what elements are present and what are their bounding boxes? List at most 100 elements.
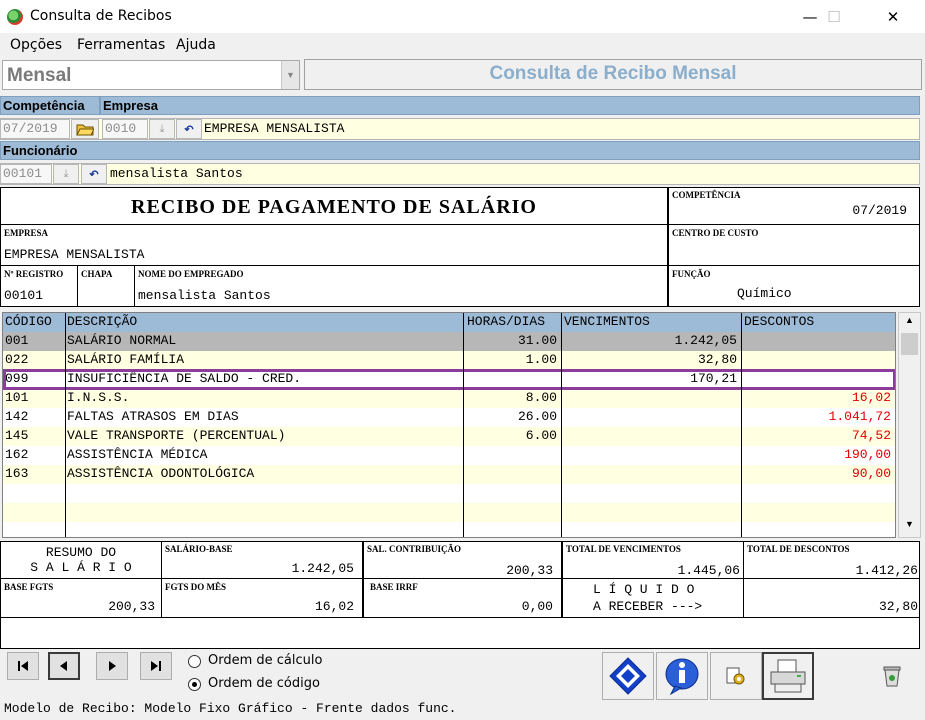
nome-box: NOME DO EMPREGADO mensalista Santos: [134, 265, 668, 307]
info-button[interactable]: [656, 652, 708, 700]
sal-contrib-box: SAL. CONTRIBUIÇÃO 200,33: [363, 541, 562, 579]
export-button[interactable]: [602, 652, 654, 700]
col-horas-header[interactable]: HORAS/DIAS: [467, 313, 545, 332]
cell-codigo: 162: [5, 447, 29, 462]
total-desc-caption: TOTAL DE DESCONTOS: [747, 544, 850, 554]
previous-icon: [60, 661, 67, 671]
table-row[interactable]: 101 I.N.S.S. 8.00 16,02: [3, 389, 895, 408]
last-icon: [151, 661, 161, 671]
status-text: Modelo de Recibo: Modelo Fixo Gráfico - …: [4, 701, 457, 716]
table-row[interactable]: 001 SALÁRIO NORMAL 31.00 1.242,05: [3, 332, 895, 351]
menu-ajuda[interactable]: Ajuda: [176, 37, 216, 53]
page-title: Consulta de Recibo Mensal: [304, 59, 922, 90]
fgts-mes-box: FGTS DO MÊS 16,02: [161, 578, 363, 618]
grid-divider: [561, 313, 562, 537]
folder-icon[interactable]: [71, 119, 99, 139]
ordem-codigo-label[interactable]: Ordem de código: [208, 676, 320, 691]
total-desc-value: 1.412,26: [855, 563, 918, 578]
first-icon: [18, 661, 28, 671]
competencia-caption: COMPETÊNCIA: [672, 190, 741, 200]
download-icon[interactable]: ⤓: [53, 164, 79, 184]
chapa-caption: CHAPA: [81, 269, 113, 279]
cell-horas: 8.00: [525, 390, 557, 405]
table-row[interactable]: [3, 484, 895, 503]
fgts-mes-caption: FGTS DO MÊS: [165, 582, 227, 592]
cell-horas: 26.00: [517, 409, 557, 424]
close-button[interactable]: ✕: [870, 0, 916, 33]
funcionario-name: mensalista Santos: [110, 166, 243, 181]
cell-codigo: 001: [5, 333, 29, 348]
ordem-calculo-radio[interactable]: [188, 655, 201, 668]
cell-codigo: 142: [5, 409, 29, 424]
delete-button[interactable]: [866, 652, 918, 700]
cell-vencimentos: [563, 465, 737, 484]
undo-icon[interactable]: ↶: [81, 164, 107, 184]
table-row[interactable]: [3, 503, 895, 522]
scroll-down-icon[interactable]: ▼: [901, 519, 918, 535]
empresa-label: Empresa: [100, 96, 920, 115]
scroll-thumb[interactable]: [901, 333, 918, 355]
cell-descontos: 190,00: [844, 447, 891, 462]
previous-record-button[interactable]: [48, 652, 80, 680]
competencia-field[interactable]: 07/2019: [0, 119, 70, 139]
recycle-bin-icon: [883, 666, 901, 687]
receipt-title-box: RECIBO DE PAGAMENTO DE SALÁRIO: [0, 187, 668, 225]
nome-caption: NOME DO EMPREGADO: [138, 269, 244, 279]
col-descontos-header[interactable]: DESCONTOS: [744, 313, 814, 332]
menu-ferramentas[interactable]: Ferramentas: [77, 37, 165, 53]
grid-divider: [65, 313, 66, 537]
printer-icon: [770, 659, 806, 693]
grid-header: CÓDIGO DESCRIÇÃO HORAS/DIAS VENCIMENTOS …: [3, 313, 895, 332]
maximize-button[interactable]: ☐: [811, 0, 857, 33]
competencia-label: Competência: [0, 96, 100, 115]
col-descricao-header[interactable]: DESCRIÇÃO: [67, 313, 137, 332]
table-row[interactable]: 162 ASSISTÊNCIA MÉDICA 190,00: [3, 446, 895, 465]
cell-vencimentos: [563, 389, 737, 408]
menu-opcoes[interactable]: Opções: [10, 37, 62, 53]
registro-value: 00101: [4, 288, 44, 303]
ordem-calculo-label[interactable]: Ordem de cálculo: [208, 653, 322, 668]
resumo-line2: S A L Á R I O: [30, 560, 132, 575]
selected-row-highlight: [3, 369, 895, 390]
funcao-box: FUNÇÃO Químico: [668, 265, 920, 307]
table-row[interactable]: 142 FALTAS ATRASOS EM DIAS 26.00 1.041,72: [3, 408, 895, 427]
settings-button[interactable]: [710, 652, 762, 700]
grid-divider: [463, 313, 464, 537]
cell-horas: [465, 465, 557, 484]
table-row[interactable]: 163 ASSISTÊNCIA ODONTOLÓGICA 90,00: [3, 465, 895, 484]
empresa-caption: EMPRESA: [4, 228, 49, 238]
grid-scrollbar[interactable]: ▲ ▼: [898, 312, 921, 538]
undo-icon[interactable]: ↶: [176, 119, 202, 139]
cell-descricao: VALE TRANSPORTE (PERCENTUAL): [67, 428, 286, 443]
col-codigo-header[interactable]: CÓDIGO: [5, 313, 52, 332]
cell-descontos: 16,02: [851, 390, 891, 405]
cell-horas: 31.00: [517, 333, 557, 348]
table-row[interactable]: 145 VALE TRANSPORTE (PERCENTUAL) 6.00 74,52: [3, 427, 895, 446]
chevron-down-icon[interactable]: ▼: [281, 61, 299, 89]
download-icon[interactable]: ⤓: [149, 119, 175, 139]
cell-horas: 1.00: [525, 352, 557, 367]
base-irrf-caption: BASE IRRF: [370, 582, 418, 592]
period-combobox[interactable]: Mensal ▼: [2, 60, 300, 90]
ordem-codigo-radio[interactable]: [188, 678, 201, 691]
scroll-up-icon[interactable]: ▲: [901, 315, 918, 331]
table-row[interactable]: 022 SALÁRIO FAMÍLIA 1.00 32,80: [3, 351, 895, 370]
cell-descricao: SALÁRIO FAMÍLIA: [67, 352, 185, 367]
empresa-code-field[interactable]: 0010: [102, 119, 148, 139]
col-vencimentos-header[interactable]: VENCIMENTOS: [564, 313, 650, 332]
cell-descontos: 74,52: [851, 428, 891, 443]
salario-base-caption: SALÁRIO-BASE: [165, 544, 233, 554]
next-icon: [109, 661, 116, 671]
cell-vencimentos: [563, 408, 737, 427]
items-grid[interactable]: CÓDIGO DESCRIÇÃO HORAS/DIAS VENCIMENTOS …: [2, 312, 896, 538]
competencia-box: COMPETÊNCIA 07/2019: [668, 187, 920, 225]
next-record-button[interactable]: [96, 652, 128, 680]
cell-descontos: [743, 332, 891, 351]
last-record-button[interactable]: [140, 652, 172, 680]
first-record-button[interactable]: [7, 652, 39, 680]
funcionario-code-field[interactable]: 00101: [0, 164, 52, 184]
centro-custo-caption: CENTRO DE CUSTO: [672, 228, 759, 238]
liquido-line1: L Í Q U I D O: [593, 582, 695, 597]
funcao-value: Químico: [737, 286, 792, 301]
print-button[interactable]: [762, 652, 814, 700]
